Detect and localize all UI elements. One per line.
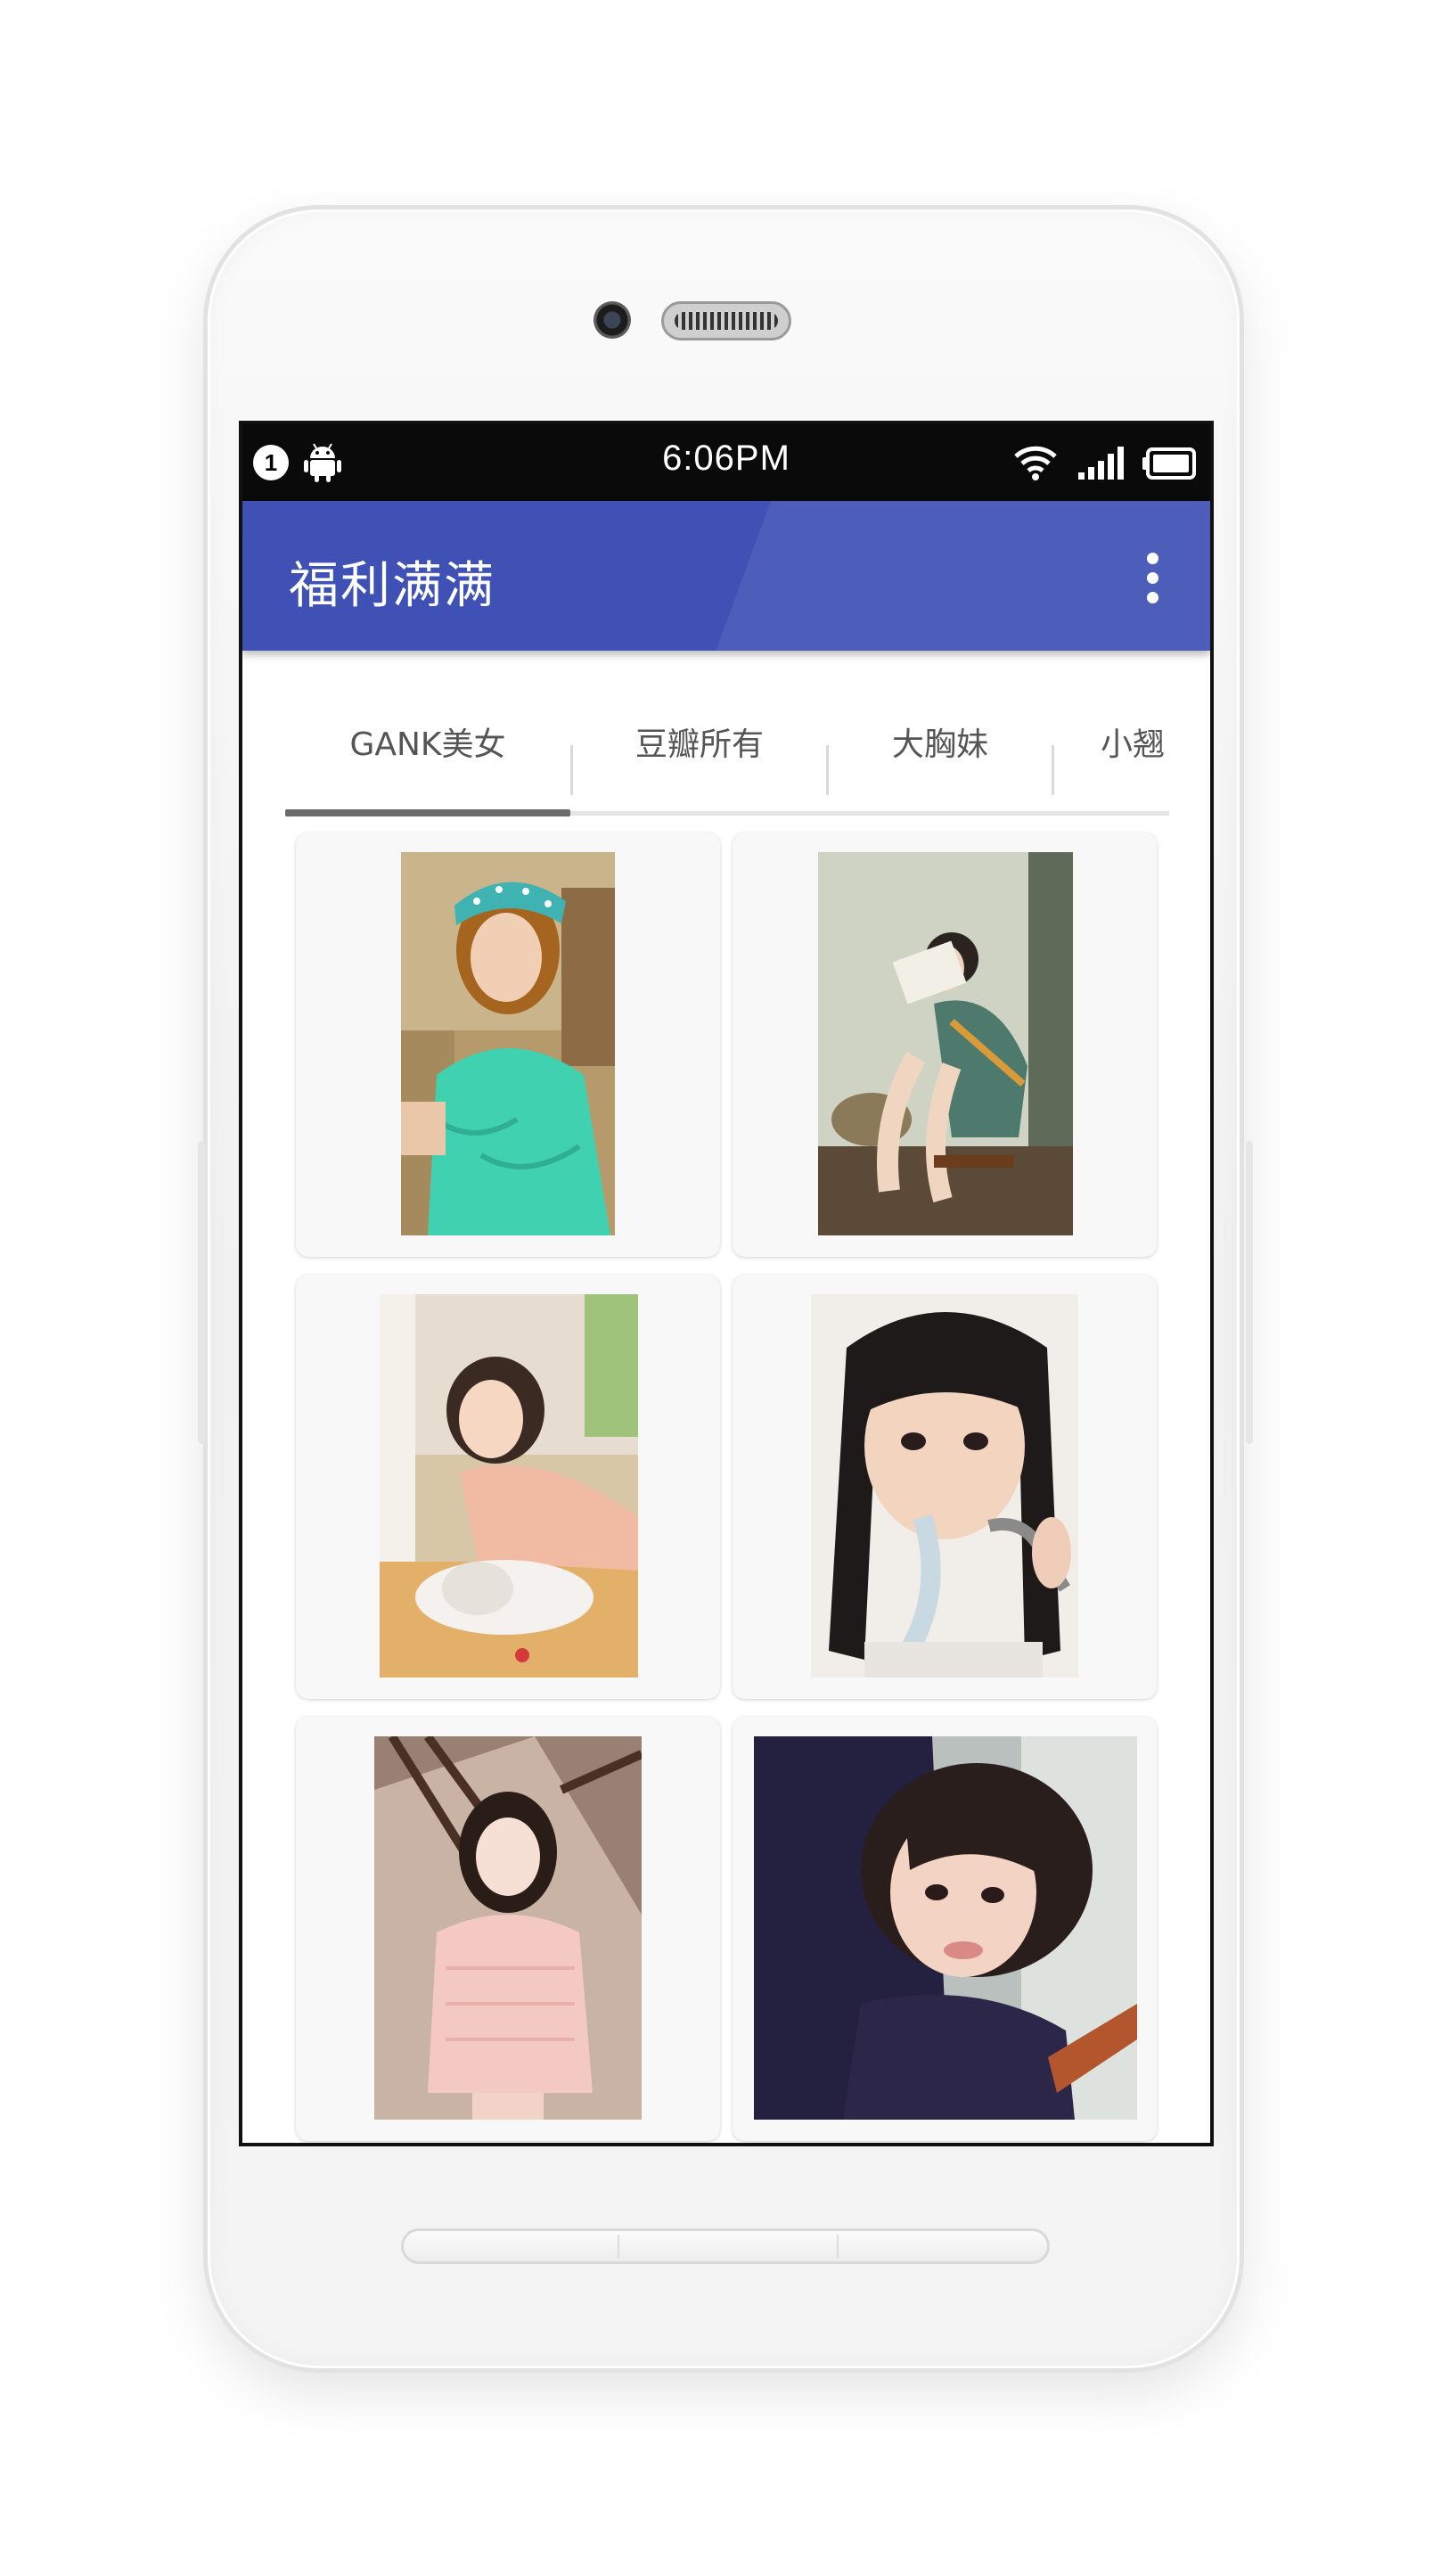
tab-gank[interactable]: GANK美女	[285, 718, 570, 808]
app-bar: 福利满满	[242, 501, 1210, 651]
photo-card[interactable]	[733, 1275, 1157, 1699]
photo-card[interactable]	[296, 833, 720, 1257]
status-bar: 1 6:06PM	[242, 424, 1210, 501]
wifi-icon	[1014, 446, 1057, 480]
front-camera	[594, 301, 631, 339]
app-title: 福利满满	[289, 557, 495, 615]
appbar-gloss	[692, 501, 1210, 651]
photo	[818, 852, 1073, 1235]
home-button-bar[interactable]	[401, 2228, 1050, 2264]
tab-small[interactable]: 小翘	[1054, 718, 1169, 808]
photo	[380, 1294, 638, 1678]
tab-big-chest[interactable]: 大胸妹	[829, 718, 1052, 808]
signal-icon	[1078, 447, 1124, 480]
earpiece-speaker	[661, 301, 791, 340]
photo	[811, 1294, 1078, 1678]
photo	[401, 852, 615, 1235]
more-vert-icon[interactable]	[1141, 553, 1164, 606]
tab-strip: GANK美女 豆瓣所有 大胸妹 小翘	[285, 718, 1169, 816]
side-button-right	[1246, 1141, 1253, 1444]
device-screen: 1 6:06PM 福利满满 GANK美女 豆瓣所有 大胸妹 小翘	[239, 421, 1214, 2146]
tab-indicator	[285, 809, 570, 816]
status-time: 6:06PM	[662, 439, 790, 478]
tab-douban-all[interactable]: 豆瓣所有	[573, 718, 826, 808]
photo-card[interactable]	[296, 1717, 720, 2141]
battery-icon	[1142, 447, 1196, 480]
side-button-left	[198, 1141, 205, 1444]
photo	[754, 1736, 1137, 2120]
photo-card[interactable]	[733, 833, 1157, 1257]
photo-card[interactable]	[733, 1717, 1157, 2141]
photo-card[interactable]	[296, 1275, 720, 1699]
photo	[374, 1736, 642, 2120]
